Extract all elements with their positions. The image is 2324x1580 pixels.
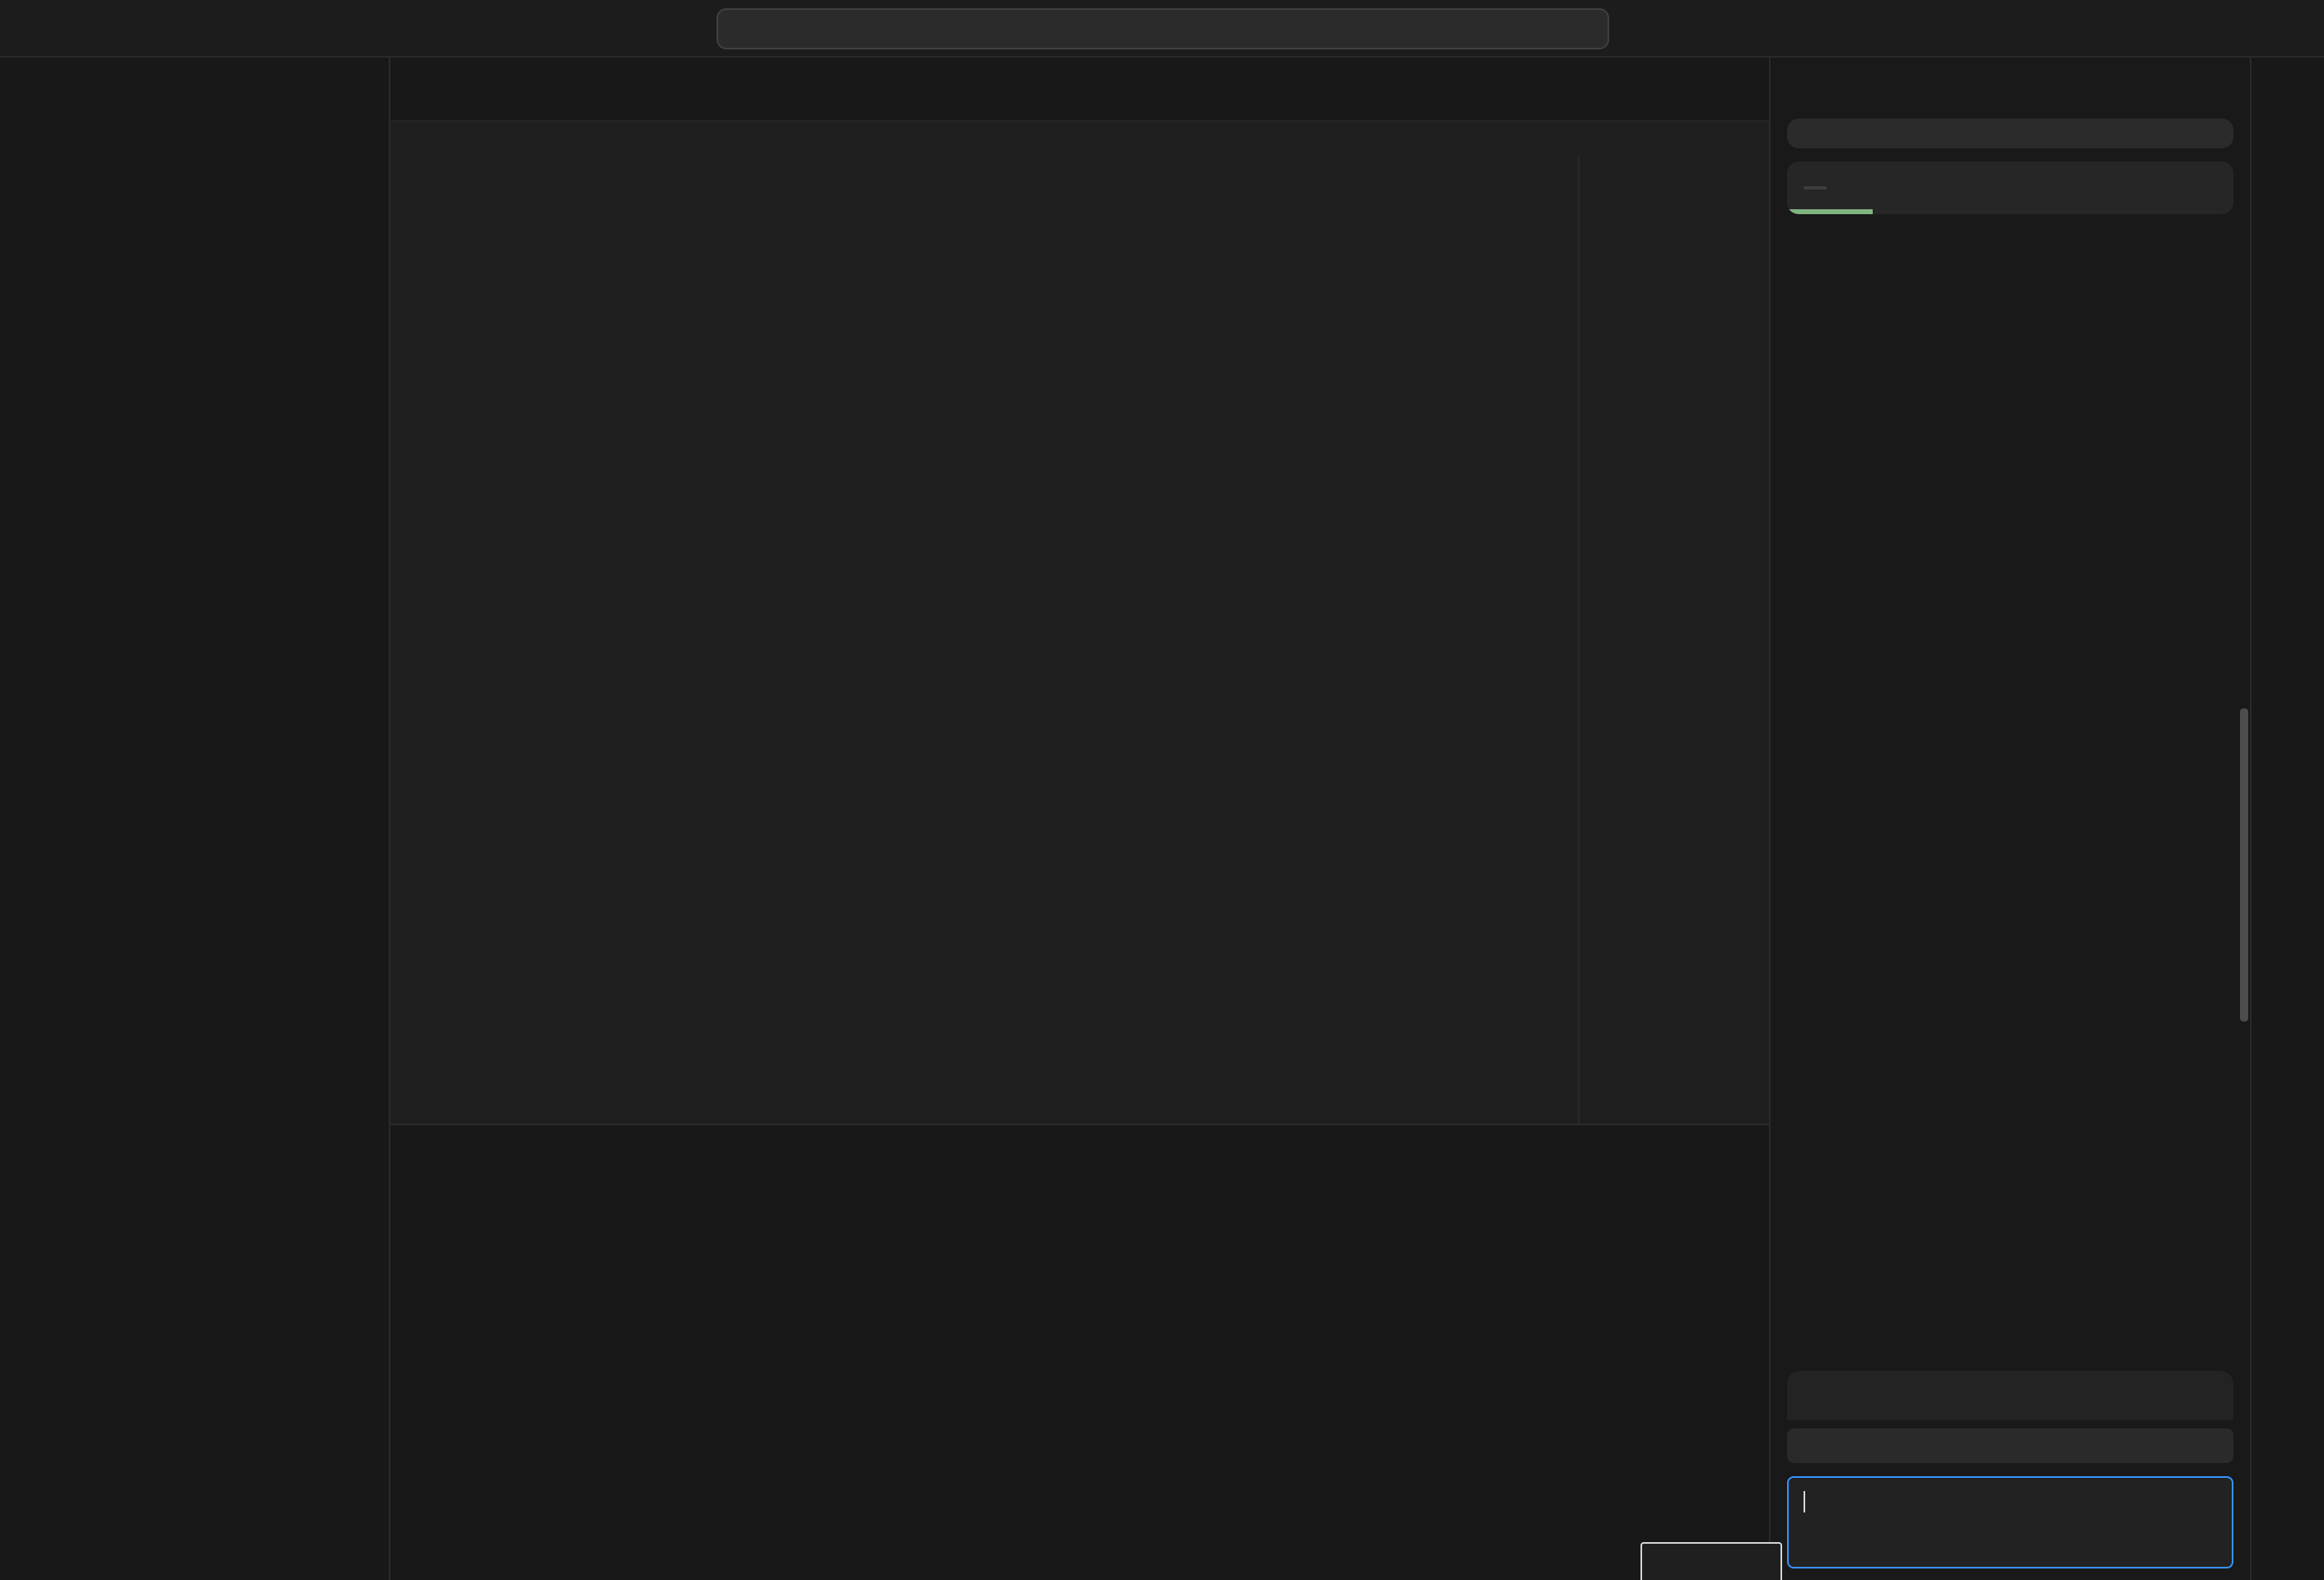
cline-scrollbar[interactable] [2240,708,2248,1021]
panel-terminal [390,1124,1769,1580]
editor-tabs [390,58,1769,122]
vscode-window [0,0,2324,1580]
cline-todo-row[interactable] [1787,161,2233,214]
overview-ruler [1756,155,1769,1124]
titlebar [0,0,2324,58]
explorer-header [0,58,389,115]
cline-task-card [1787,119,2233,148]
command-center-search[interactable] [716,8,1608,49]
code-editor[interactable] [390,155,1769,1124]
todo-progress-badge [1804,186,1827,189]
code-content [496,155,1578,1124]
terminal-float-label [1640,1542,1782,1580]
editor-group [390,58,1769,1580]
auto-approve-row[interactable] [1787,1371,2233,1420]
expand-chat-button[interactable] [1787,1428,2233,1463]
panel-tabs [390,1125,1769,1175]
minimap[interactable] [1578,155,1756,1124]
breadcrumb[interactable] [390,122,1769,155]
activity-bar [2250,58,2324,1580]
terminal-output[interactable] [404,1175,1680,1580]
file-tree[interactable] [0,115,389,1580]
message-input[interactable] [1787,1476,2233,1568]
explorer-sidebar [0,58,390,1580]
editor-gutter [390,155,496,1124]
cline-bottom-controls [1771,1361,2250,1580]
text-caret [1804,1491,1805,1512]
cline-panel [1769,58,2250,1580]
cline-header [1771,58,2250,115]
